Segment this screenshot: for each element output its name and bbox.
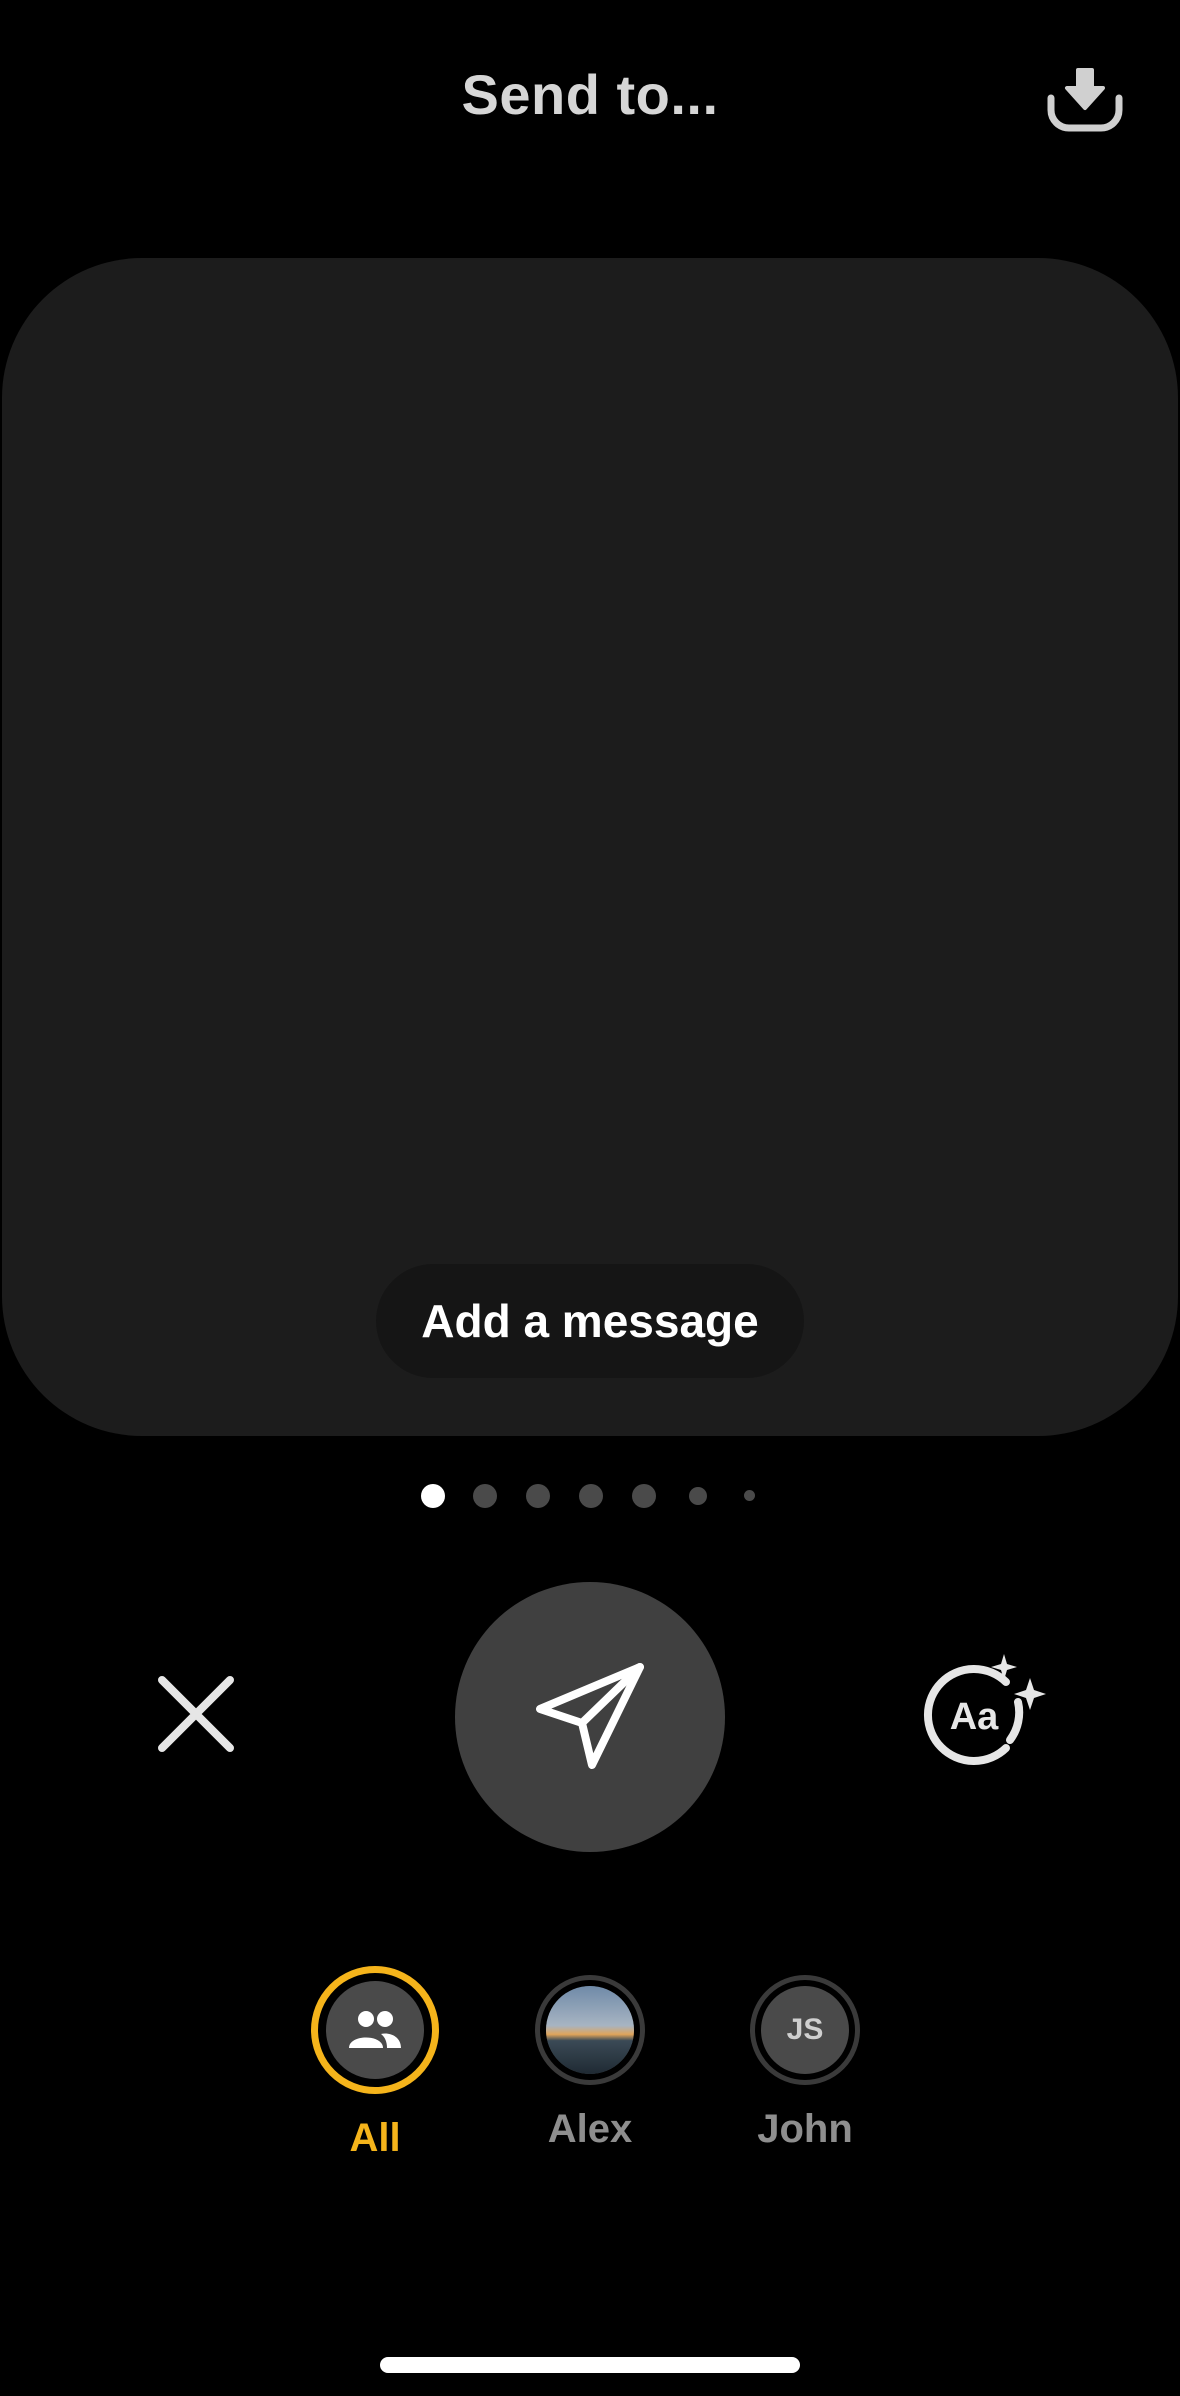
page-dot bbox=[632, 1484, 656, 1508]
download-button[interactable] bbox=[1040, 60, 1130, 140]
recipient-john[interactable]: JS John bbox=[735, 1966, 875, 2152]
page-indicator bbox=[0, 1472, 1180, 1518]
home-indicator[interactable] bbox=[380, 2357, 800, 2373]
avatar bbox=[326, 1981, 424, 2079]
page-dot bbox=[744, 1490, 755, 1501]
recipient-label: All bbox=[349, 2116, 401, 2160]
avatar-ring: JS bbox=[750, 1975, 860, 2085]
text-style-glyph: Aa bbox=[950, 1696, 999, 1738]
media-preview-card bbox=[2, 258, 1178, 1436]
recipient-alex[interactable]: Alex bbox=[520, 1966, 660, 2152]
avatar-photo bbox=[546, 1986, 634, 2074]
recipient-label: John bbox=[757, 2107, 853, 2151]
add-message-button[interactable]: Add a message bbox=[376, 1264, 804, 1378]
page-dot bbox=[579, 1484, 603, 1508]
avatar-ring-selected bbox=[311, 1966, 439, 2094]
close-button[interactable] bbox=[148, 1666, 244, 1762]
recipient-all[interactable]: All bbox=[305, 1966, 445, 2161]
avatar-initials: JS bbox=[761, 1986, 849, 2074]
photo-avatar bbox=[546, 1986, 634, 2074]
close-icon bbox=[158, 1676, 234, 1752]
text-style-button[interactable]: Aa bbox=[914, 1648, 1054, 1778]
paper-plane-icon bbox=[536, 1663, 644, 1769]
add-message-label: Add a message bbox=[421, 1295, 759, 1347]
avatar-initials-text: JS bbox=[786, 2013, 824, 2046]
page-dot bbox=[473, 1484, 497, 1508]
avatar-ring bbox=[535, 1975, 645, 2085]
page-dot bbox=[526, 1484, 550, 1508]
text-style-sparkle-icon: Aa bbox=[924, 1654, 1046, 1765]
group-icon bbox=[349, 2011, 401, 2048]
page-dot bbox=[689, 1487, 707, 1505]
page-title: Send to... bbox=[461, 63, 719, 126]
recipient-label: Alex bbox=[547, 2107, 633, 2151]
page-dot-active bbox=[421, 1484, 445, 1508]
send-button[interactable] bbox=[455, 1582, 725, 1852]
download-icon bbox=[1047, 68, 1123, 132]
